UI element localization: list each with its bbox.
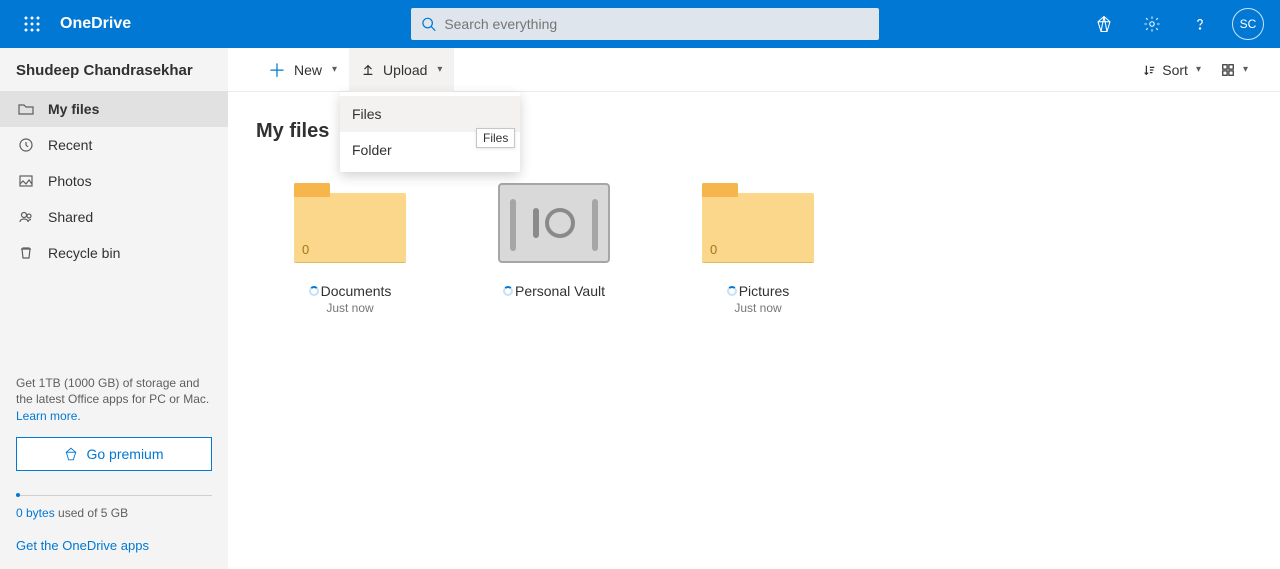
vault-tile[interactable]: Personal Vault — [484, 183, 624, 315]
sort-icon — [1142, 63, 1156, 77]
settings-icon[interactable] — [1128, 0, 1176, 48]
sidebar-item-recent[interactable]: Recent — [0, 127, 228, 163]
new-button[interactable]: ＋ New ▾ — [256, 48, 349, 92]
sidebar-item-my-files[interactable]: My files — [0, 91, 228, 127]
vault-icon — [498, 183, 610, 263]
premium-promo: Get 1TB (1000 GB) of storage and the lat… — [0, 365, 228, 425]
folder-tile-pictures[interactable]: 0 Pictures Just now — [688, 183, 828, 315]
chevron-down-icon: ▾ — [1196, 64, 1201, 75]
sidebar: Shudeep Chandrasekhar My files Recent Ph… — [0, 48, 228, 569]
sidebar-label: My files — [48, 101, 99, 117]
upload-icon — [361, 63, 375, 77]
chevron-down-icon: ▾ — [332, 64, 337, 75]
search-input[interactable] — [444, 16, 869, 32]
diamond-icon — [64, 447, 78, 461]
sidebar-label: Shared — [48, 209, 93, 225]
get-apps-link[interactable]: Get the OneDrive apps — [16, 538, 149, 553]
plus-icon: ＋ — [268, 57, 286, 83]
sidebar-label: Photos — [48, 173, 92, 189]
storage-text: 0 bytes used of 5 GB — [0, 502, 228, 524]
sidebar-label: Recycle bin — [48, 245, 120, 261]
chevron-down-icon: ▾ — [1243, 64, 1248, 75]
sidebar-user: Shudeep Chandrasekhar — [0, 48, 228, 91]
search-icon — [421, 16, 436, 32]
folder-icon: 0 — [702, 183, 814, 263]
upload-button[interactable]: Upload ▾ — [349, 48, 454, 92]
people-icon — [16, 209, 36, 225]
go-premium-button[interactable]: Go premium — [16, 437, 212, 471]
premium-icon[interactable] — [1080, 0, 1128, 48]
photo-icon — [16, 173, 36, 189]
tooltip: Files — [476, 128, 515, 148]
loading-spinner-icon — [727, 286, 737, 296]
chevron-down-icon: ▾ — [437, 64, 442, 75]
brand-name[interactable]: OneDrive — [60, 15, 131, 33]
sort-button[interactable]: Sort ▾ — [1134, 48, 1209, 92]
sidebar-item-recycle-bin[interactable]: Recycle bin — [0, 235, 228, 271]
storage-divider — [16, 495, 212, 496]
folder-icon — [16, 101, 36, 117]
main-pane: ＋ New ▾ Upload ▾ Sort ▾ ▾ — [228, 48, 1280, 569]
sidebar-label: Recent — [48, 137, 92, 153]
account-avatar[interactable]: SC — [1232, 8, 1264, 40]
app-header: OneDrive SC — [0, 0, 1280, 48]
toolbar: ＋ New ▾ Upload ▾ Sort ▾ ▾ — [228, 48, 1280, 92]
loading-spinner-icon — [309, 286, 319, 296]
help-icon[interactable] — [1176, 0, 1224, 48]
view-toggle-button[interactable]: ▾ — [1213, 48, 1256, 92]
trash-icon — [16, 245, 36, 261]
clock-icon — [16, 137, 36, 153]
upload-files-item[interactable]: Files — [340, 96, 520, 132]
app-launcher-icon[interactable] — [8, 0, 56, 48]
sidebar-item-shared[interactable]: Shared — [0, 199, 228, 235]
storage-used-link[interactable]: 0 bytes — [16, 506, 55, 520]
folder-icon: 0 — [294, 183, 406, 263]
loading-spinner-icon — [503, 286, 513, 296]
tiles-icon — [1221, 63, 1235, 77]
learn-more-link[interactable]: Learn more. — [16, 409, 81, 423]
sidebar-item-photos[interactable]: Photos — [0, 163, 228, 199]
file-grid: 0 Documents Just now Personal Vault 0 Pi… — [228, 153, 1280, 315]
folder-tile-documents[interactable]: 0 Documents Just now — [280, 183, 420, 315]
search-box[interactable] — [411, 8, 879, 40]
